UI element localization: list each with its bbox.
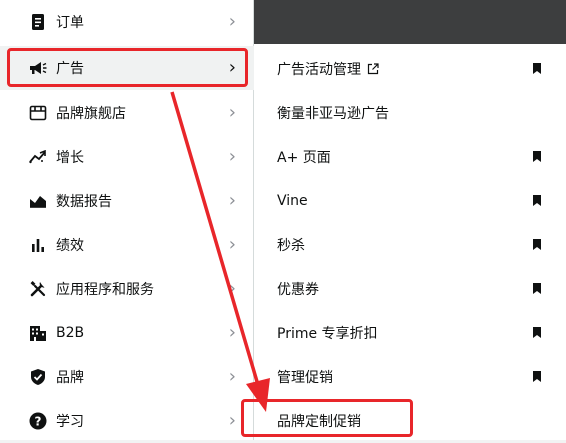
nav-item-label: 品牌 xyxy=(56,370,84,386)
bookmark-icon[interactable] xyxy=(532,60,542,79)
top-dark-bar xyxy=(254,0,566,44)
submenu-item-lightning-deals[interactable]: 秒杀 xyxy=(254,223,566,267)
external-link-icon xyxy=(367,63,379,75)
chevron-right-icon: › xyxy=(228,11,236,32)
chevron-right-icon: › xyxy=(228,190,236,211)
submenu-item-campaign-manager[interactable]: 广告活动管理 xyxy=(254,47,566,91)
chevron-right-icon: › xyxy=(228,102,236,123)
nav-item-orders[interactable]: 订单 › xyxy=(0,0,254,44)
chevron-right-icon: › xyxy=(228,410,236,431)
nav-item-brand-store[interactable]: 品牌旗舰店 › xyxy=(0,91,254,135)
submenu-item-label: Vine xyxy=(277,193,308,209)
nav-item-brand[interactable]: 品牌 › xyxy=(0,355,254,399)
bar-chart-icon xyxy=(28,235,48,255)
submenu-item-label: 广告活动管理 xyxy=(277,62,361,78)
nav-item-advertising[interactable]: 广告 › xyxy=(0,46,254,90)
bookmark-icon[interactable] xyxy=(532,236,542,255)
main-nav-menu: 订单 › 广告 › 品牌旗舰店 › 增长 › 数据报告 › 绩效 › 应用程序和… xyxy=(0,0,254,440)
bookmark-icon[interactable] xyxy=(532,148,542,167)
nav-item-learn[interactable]: ? 学习 › xyxy=(0,399,254,443)
nav-item-growth[interactable]: 增长 › xyxy=(0,135,254,179)
nav-item-b2b[interactable]: B2B › xyxy=(0,311,254,355)
chevron-right-icon: › xyxy=(228,146,236,167)
submenu-item-label: 衡量非亚马逊广告 xyxy=(277,106,389,122)
chevron-right-icon: › xyxy=(228,366,236,387)
bookmark-icon[interactable] xyxy=(532,368,542,387)
nav-item-label: 绩效 xyxy=(56,238,84,254)
submenu-item-coupons[interactable]: 优惠券 xyxy=(254,267,566,311)
nav-item-label: 品牌旗舰店 xyxy=(56,106,126,122)
chevron-right-icon: › xyxy=(228,57,236,78)
submenu-item-a-plus-content[interactable]: A+ 页面 xyxy=(254,135,566,179)
bookmark-icon[interactable] xyxy=(532,324,542,343)
submenu-item-label: Prime 专享折扣 xyxy=(277,326,378,342)
submenu-item-label: A+ 页面 xyxy=(277,150,331,166)
tools-icon xyxy=(28,279,48,299)
nav-item-label: 学习 xyxy=(56,414,84,430)
shield-check-icon xyxy=(28,367,48,387)
storefront-icon xyxy=(28,103,48,123)
nav-item-label: 数据报告 xyxy=(56,194,112,210)
order-icon xyxy=(28,12,48,32)
nav-item-label: 订单 xyxy=(56,15,84,31)
submenu-item-vine[interactable]: Vine xyxy=(254,179,566,223)
help-icon: ? xyxy=(28,411,48,431)
submenu-item-non-amazon-ads[interactable]: 衡量非亚马逊广告 xyxy=(254,91,566,135)
report-chart-icon xyxy=(28,191,48,211)
megaphone-icon xyxy=(28,58,48,78)
submenu-item-prime-discounts[interactable]: Prime 专享折扣 xyxy=(254,311,566,355)
nav-item-performance[interactable]: 绩效 › xyxy=(0,223,254,267)
submenu-item-brand-tailored-promotions[interactable]: 品牌定制促销 xyxy=(254,399,566,443)
nav-item-data-reports[interactable]: 数据报告 › xyxy=(0,179,254,223)
submenu-item-manage-promotions[interactable]: 管理促销 xyxy=(254,355,566,399)
svg-text:?: ? xyxy=(35,415,42,429)
bookmark-icon[interactable] xyxy=(532,280,542,299)
nav-item-label: 增长 xyxy=(56,150,84,166)
submenu-item-label: 秒杀 xyxy=(277,238,305,254)
building-icon xyxy=(28,323,48,343)
nav-item-apps-services[interactable]: 应用程序和服务 › xyxy=(0,267,254,311)
bookmark-icon[interactable] xyxy=(532,192,542,211)
submenu-item-label: 品牌定制促销 xyxy=(277,414,361,430)
submenu-item-label: 管理促销 xyxy=(277,370,333,386)
nav-item-label: 广告 xyxy=(56,61,84,77)
growth-icon xyxy=(28,147,48,167)
chevron-right-icon: › xyxy=(228,278,236,299)
submenu-item-label: 优惠券 xyxy=(277,282,319,298)
chevron-right-icon: › xyxy=(228,322,236,343)
nav-item-label: B2B xyxy=(56,325,85,341)
nav-item-label: 应用程序和服务 xyxy=(56,282,154,298)
chevron-right-icon: › xyxy=(228,234,236,255)
